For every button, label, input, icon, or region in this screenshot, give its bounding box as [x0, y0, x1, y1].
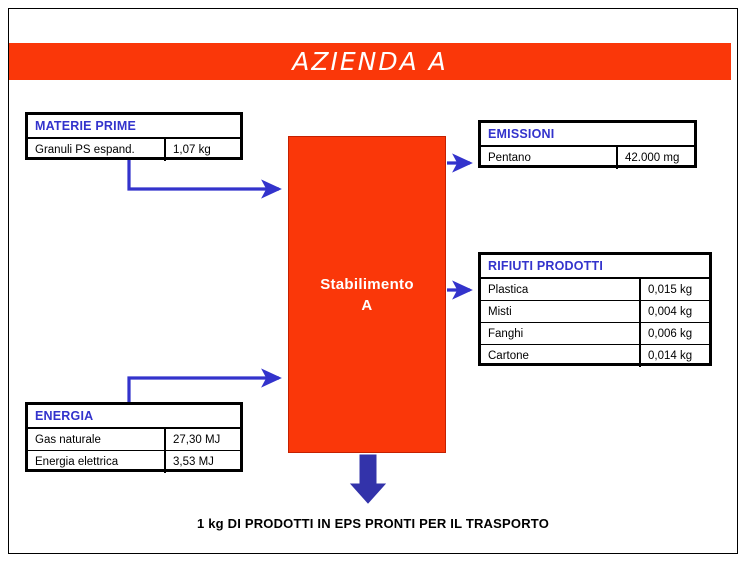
- box-materie-prime: MATERIE PRIME Granuli PS espand. 1,07 kg: [25, 112, 243, 161]
- row-value: 42.000 mg: [625, 152, 680, 164]
- box-emissioni-header: EMISSIONI: [481, 123, 694, 147]
- arrow-energia-to-plant: [127, 368, 282, 402]
- title-banner: AZIENDA A: [9, 43, 731, 80]
- row-label: Plastica: [481, 279, 641, 300]
- table-row: Fanghi 0,006 kg: [481, 323, 709, 345]
- table-row: Cartone 0,014 kg: [481, 345, 709, 367]
- output-caption: 1 kg DI PRODOTTI IN EPS PRONTI PER IL TR…: [196, 516, 550, 531]
- box-energia-header: ENERGIA: [28, 405, 240, 429]
- row-label: Granuli PS espand.: [28, 139, 166, 161]
- row-value: 0,006 kg: [648, 327, 693, 340]
- table-row: Granuli PS espand. 1,07 kg: [28, 139, 240, 161]
- row-value: 0,004 kg: [648, 305, 693, 318]
- row-label: Gas naturale: [28, 429, 166, 450]
- box-emissioni: EMISSIONI Pentano 42.000 mg: [478, 120, 697, 169]
- plant-label-line1: Stabilimento: [320, 275, 414, 293]
- box-energia-title: ENERGIA: [35, 409, 94, 423]
- box-rifiuti-prodotti: RIFIUTI PRODOTTI Plastica 0,015 kg Misti…: [478, 252, 712, 367]
- row-value: 0,015 kg: [648, 283, 693, 296]
- row-label: Misti: [481, 301, 641, 322]
- row-value: 3,53 MJ: [173, 456, 214, 468]
- box-energia: ENERGIA Gas naturale 27,30 MJ Energia el…: [25, 402, 243, 473]
- box-rifiuti-prodotti-title: RIFIUTI PRODOTTI: [488, 259, 603, 273]
- arrow-plant-to-output: [349, 454, 387, 504]
- row-label: Cartone: [481, 345, 641, 367]
- row-value: 0,014 kg: [648, 350, 693, 362]
- row-value: 1,07 kg: [173, 144, 211, 156]
- row-label: Pentano: [481, 147, 618, 169]
- plant-block: Stabilimento A: [288, 136, 446, 453]
- table-row: Energia elettrica 3,53 MJ: [28, 451, 240, 473]
- page-title: AZIENDA A: [292, 47, 448, 76]
- row-label: Energia elettrica: [28, 451, 166, 473]
- box-emissioni-title: EMISSIONI: [488, 127, 555, 141]
- table-row: Gas naturale 27,30 MJ: [28, 429, 240, 451]
- table-row: Pentano 42.000 mg: [481, 147, 694, 169]
- arrow-materie-prime-to-plant: [127, 160, 282, 199]
- table-row: Misti 0,004 kg: [481, 301, 709, 323]
- row-label: Fanghi: [481, 323, 641, 344]
- plant-label-line2: A: [361, 296, 373, 314]
- diagram-page: AZIENDA A MATERIE PRIME Granuli PS espan…: [0, 0, 746, 562]
- row-value: 27,30 MJ: [173, 433, 221, 446]
- table-row: Plastica 0,015 kg: [481, 279, 709, 301]
- box-materie-prime-header: MATERIE PRIME: [28, 115, 240, 139]
- box-rifiuti-prodotti-header: RIFIUTI PRODOTTI: [481, 255, 709, 279]
- box-materie-prime-title: MATERIE PRIME: [35, 119, 136, 133]
